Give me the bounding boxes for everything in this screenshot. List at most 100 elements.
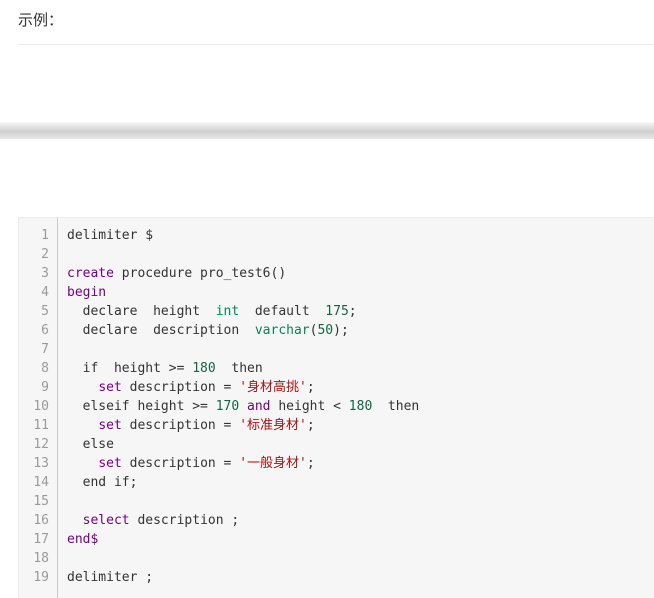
code-line: 14 end if; [19, 473, 654, 492]
code-line: 9 set description = '身材高挑'; [19, 378, 654, 397]
code-text: delimiter ; [67, 568, 153, 587]
line-number: 5 [41, 304, 49, 319]
code-text: if height >= 180 then [67, 359, 263, 378]
code-token: int [215, 304, 240, 319]
code-token: elseif height >= [67, 399, 216, 414]
code-line: 18 [19, 549, 654, 568]
code-token: 180 [192, 361, 216, 376]
code-token: begin [67, 285, 107, 300]
line-number: 19 [33, 570, 49, 585]
code-token: end if; [67, 475, 138, 490]
code-token: description = [121, 418, 240, 433]
code-text: create procedure pro_test6() [67, 264, 286, 283]
code-text: declare description varchar(50); [67, 321, 349, 340]
code-line: 19 delimiter ; [19, 568, 654, 587]
code-token: procedure pro_test6() [113, 266, 287, 281]
code-line: 5 declare height int default 175; [19, 302, 654, 321]
code-token: declare description [67, 323, 255, 338]
code-token: '身材高挑' [239, 380, 307, 395]
code-token: create [67, 266, 114, 281]
code-text: end if; [67, 473, 138, 492]
code-line: 10 elseif height >= 170 and height < 180… [19, 397, 654, 416]
line-number: 10 [33, 399, 49, 414]
code-text: set description = '身材高挑'; [67, 378, 315, 397]
code-token: 50 [317, 323, 334, 338]
code-token: varchar [254, 323, 310, 338]
code-line: 12 else [19, 435, 654, 454]
line-number: 15 [33, 494, 49, 509]
line-number: 16 [33, 513, 49, 528]
code-text: delimiter $ [67, 226, 153, 245]
code-token: 180 [348, 399, 373, 414]
code-token: 170 [215, 399, 240, 414]
code-token: delimiter $ [67, 228, 154, 243]
code-token: else [67, 437, 114, 452]
line-number: 14 [33, 475, 49, 490]
line-number: 18 [33, 551, 49, 566]
code-token: ; [306, 418, 315, 433]
code-token: if height >= [67, 361, 193, 376]
code-line: 8 if height >= 180 then [19, 359, 654, 378]
code-line: 4 begin [19, 283, 654, 302]
code-text: set description = '标准身材'; [67, 416, 315, 435]
divider [18, 44, 654, 45]
line-number: 1 [41, 228, 49, 243]
line-number: 6 [41, 323, 49, 338]
line-number: 11 [33, 418, 49, 433]
line-number: 9 [41, 380, 49, 395]
code-token: ); [333, 323, 349, 338]
code-token: description = [121, 380, 240, 395]
code-token: set [98, 380, 122, 395]
code-token: and [247, 399, 271, 414]
line-number: 8 [41, 361, 49, 376]
code-token: then [215, 361, 263, 376]
code-line: 6 declare description varchar(50); [19, 321, 654, 340]
code-text: elseif height >= 170 and height < 180 th… [67, 397, 420, 416]
code-line: 16 select description ; [19, 511, 654, 530]
line-number: 2 [41, 247, 49, 262]
code-block[interactable]: 1 delimiter $ 2 3 create procedure pro_test6… [18, 217, 654, 598]
line-number: 12 [33, 437, 49, 452]
code-token: ; [306, 456, 315, 471]
code-text: end$ [67, 530, 98, 549]
line-number: 17 [33, 532, 49, 547]
code-token: ; [348, 304, 357, 319]
code-token: '一般身材' [239, 456, 307, 471]
code-token: ; [306, 380, 315, 395]
code-token: default [239, 304, 326, 319]
code-token: set [98, 418, 122, 433]
code-token: description = [121, 456, 240, 471]
code-line: 1 delimiter $ [19, 226, 654, 245]
code-token: '标准身材' [239, 418, 307, 433]
code-token: then [372, 399, 420, 414]
code-line: 3 create procedure pro_test6() [19, 264, 654, 283]
code-token: declare height [67, 304, 216, 319]
example-label: 示例： [18, 11, 64, 29]
code-line: 2 [19, 245, 654, 264]
code-line: 13 set description = '一般身材'; [19, 454, 654, 473]
code-token: delimiter ; [67, 570, 154, 585]
section-separator [0, 122, 654, 139]
code-line: 11 set description = '标准身材'; [19, 416, 654, 435]
code-token: end$ [67, 532, 99, 547]
line-number: 7 [41, 342, 49, 357]
code-text: select description ; [67, 511, 240, 530]
line-number: 4 [41, 285, 49, 300]
code-line: 15 [19, 492, 654, 511]
code-text: set description = '一般身材'; [67, 454, 315, 473]
code-text: begin [67, 283, 106, 302]
code-token: height < [270, 399, 349, 414]
code-token: description ; [129, 513, 240, 528]
code-text: else [67, 435, 114, 454]
line-number: 3 [41, 266, 49, 281]
code-line: 17 end$ [19, 530, 654, 549]
code-token: set [98, 456, 122, 471]
code-line: 7 [19, 340, 654, 359]
code-token: select [82, 513, 130, 528]
code-token: 175 [325, 304, 349, 319]
line-number: 13 [33, 456, 49, 471]
